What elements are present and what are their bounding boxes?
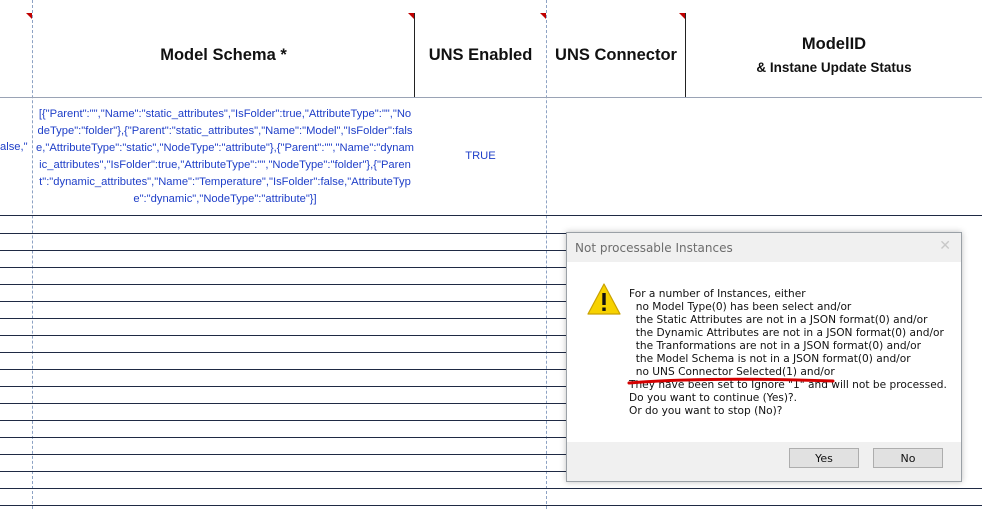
message-line: Or do you want to stop (No)?: [629, 405, 783, 417]
row-border: [0, 284, 566, 285]
header-sublabel: & Instane Update Status: [756, 60, 912, 75]
row-border: [0, 488, 982, 489]
row-border: [0, 301, 566, 302]
message-line: no Model Type(0) has been select and/or: [629, 301, 852, 313]
row-border: [0, 369, 566, 370]
cell-model-schema[interactable]: [{"Parent":"","Name":"static_attributes"…: [36, 106, 414, 208]
header-model-schema[interactable]: Model Schema *: [33, 13, 414, 97]
header-label: Model Schema *: [160, 45, 287, 64]
message-line: the Dynamic Attributes are not in a JSON…: [629, 327, 944, 339]
header-bottom-border: [0, 97, 982, 98]
red-underline-annotation: [627, 377, 835, 385]
dialog-title: Not processable Instances: [575, 241, 733, 255]
row-border: [0, 437, 566, 438]
close-icon[interactable]: ✕: [939, 238, 951, 254]
row-border: [0, 215, 982, 216]
header-label: ModelID: [801, 35, 867, 53]
yes-button[interactable]: Yes: [789, 448, 859, 468]
row-border: [0, 250, 566, 251]
row-border: [0, 233, 566, 234]
row-border: [0, 471, 566, 472]
header-label: UNS Enabled: [428, 45, 533, 64]
dialog-message: For a number of Instances, either no Mod…: [629, 288, 947, 418]
message-dialog: Not processable Instances ✕ For a number…: [566, 232, 962, 482]
cell-text-fragment[interactable]: alse,": [0, 141, 28, 153]
cell-uns-enabled[interactable]: TRUE: [415, 150, 546, 162]
row-border: [0, 318, 566, 319]
no-button[interactable]: No: [873, 448, 943, 468]
row-border: [0, 403, 566, 404]
header-model-id[interactable]: ModelID & Instane Update Status: [686, 13, 982, 97]
row-border: [0, 335, 566, 336]
header-label: UNS Connector: [555, 45, 677, 64]
row-border: [0, 267, 566, 268]
message-line: the Tranformations are not in a JSON for…: [629, 340, 921, 352]
row-border: [0, 454, 566, 455]
message-line: the Static Attributes are not in a JSON …: [629, 314, 928, 326]
row-border: [0, 420, 566, 421]
warning-icon: [587, 283, 621, 315]
row-border: [0, 352, 566, 353]
header-uns-connector[interactable]: UNS Connector: [547, 13, 685, 97]
row-border: [0, 505, 982, 506]
message-line: For a number of Instances, either: [629, 288, 806, 300]
header-uns-enabled[interactable]: UNS Enabled: [415, 13, 546, 97]
dialog-body: For a number of Instances, either no Mod…: [567, 262, 961, 442]
message-line: Do you want to continue (Yes)?.: [629, 392, 798, 404]
comment-marker[interactable]: [26, 13, 32, 19]
message-line: the Model Schema is not in a JSON format…: [629, 353, 911, 365]
row-border: [0, 386, 566, 387]
